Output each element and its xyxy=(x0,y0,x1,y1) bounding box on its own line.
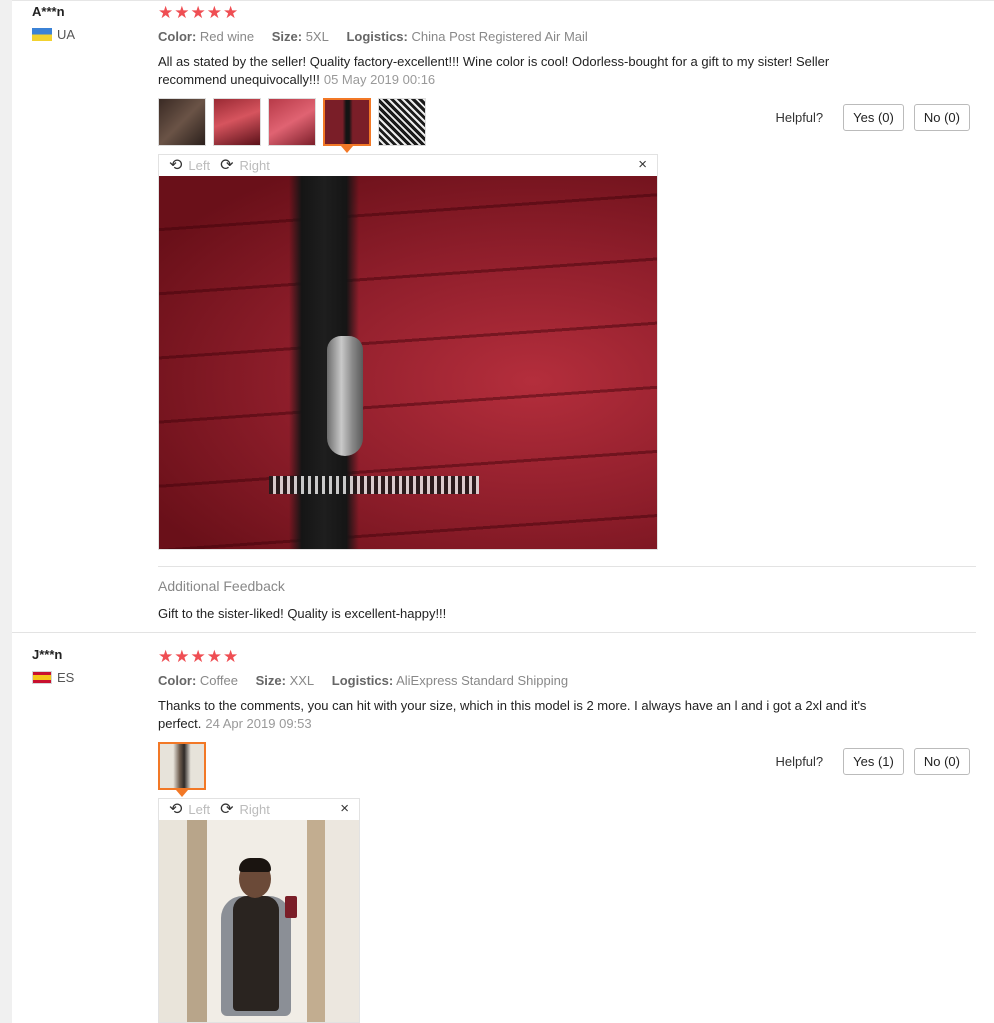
rotate-right-button[interactable]: ⟳ Right xyxy=(220,156,270,174)
close-icon[interactable]: × xyxy=(340,800,349,817)
rotate-left-label: Left xyxy=(188,158,211,173)
spain-flag-icon xyxy=(32,671,52,684)
reviewer-country: UA xyxy=(32,27,75,42)
review-photo-person xyxy=(159,820,359,1022)
helpful-label: Helpful? xyxy=(775,110,824,125)
color-value: Coffee xyxy=(199,673,238,688)
rotate-right-icon: ⟳ xyxy=(220,800,234,818)
ukraine-flag-icon xyxy=(32,28,52,41)
reviewer-info: A***n UA xyxy=(32,4,75,42)
viewer-toolbar: ⟲ Left ⟳ Right × xyxy=(159,155,657,176)
logistics-value: China Post Registered Air Mail xyxy=(411,29,588,44)
viewer-toolbar: ⟲ Left ⟳ Right × xyxy=(159,799,359,820)
color-value: Red wine xyxy=(199,29,255,44)
helpful-label: Helpful? xyxy=(775,754,824,769)
review-text: All as stated by the seller! Quality fac… xyxy=(158,54,830,87)
selected-caret-icon xyxy=(341,146,353,153)
zipper-pull xyxy=(327,336,363,456)
review-content: ★★★★★ Color: Red wine Size: 5XL Logistic… xyxy=(158,0,974,633)
rotate-left-label: Left xyxy=(188,802,211,817)
rotate-right-label: Right xyxy=(239,802,270,817)
close-icon[interactable]: × xyxy=(638,156,647,173)
logistics-label: Logistics: xyxy=(331,673,394,688)
photo-thumbnail[interactable] xyxy=(158,98,206,146)
helpful-no-button[interactable]: No (0) xyxy=(913,104,970,131)
rotate-right-button[interactable]: ⟳ Right xyxy=(220,800,270,818)
photo-viewer: ⟲ Left ⟳ Right × xyxy=(158,154,658,550)
photo-thumbnail-active[interactable] xyxy=(158,742,206,797)
helpful-yes-button[interactable]: Yes (0) xyxy=(843,104,904,131)
rotate-left-icon: ⟲ xyxy=(169,156,183,174)
photo-thumbnails xyxy=(158,742,213,797)
review-text-block: Thanks to the comments, you can hit with… xyxy=(158,697,868,733)
photo-viewer: ⟲ Left ⟳ Right × xyxy=(158,798,360,1023)
logistics-label: Logistics: xyxy=(346,29,408,44)
star-rating: ★★★★★ xyxy=(158,647,240,666)
helpful-yes-button[interactable]: Yes (1) xyxy=(843,748,904,775)
section-divider xyxy=(158,566,976,567)
photo-thumbnail[interactable] xyxy=(268,98,316,146)
review-photo-zipper xyxy=(159,176,657,549)
review-content: ★★★★★ Color: Coffee Size: XXL Logistics:… xyxy=(158,644,974,1023)
review-date: 24 Apr 2019 09:53 xyxy=(205,716,312,731)
additional-feedback-text: Gift to the sister-liked! Quality is exc… xyxy=(158,606,447,621)
order-attributes: Color: Coffee Size: XXL Logistics: AliEx… xyxy=(158,673,582,688)
size-label: Size: xyxy=(271,29,303,44)
selected-caret-icon xyxy=(176,790,188,797)
reviewer-name: A***n xyxy=(32,4,65,19)
additional-feedback-title: Additional Feedback xyxy=(158,578,285,594)
size-value: XXL xyxy=(289,673,315,688)
review-item: A***n UA ★★★★★ Color: Red wine Size: 5XL… xyxy=(12,0,994,633)
color-label: Color: xyxy=(158,29,197,44)
order-attributes: Color: Red wine Size: 5XL Logistics: Chi… xyxy=(158,29,602,44)
rotate-right-label: Right xyxy=(239,158,270,173)
reviewer-country: ES xyxy=(32,670,74,685)
rotate-left-button[interactable]: ⟲ Left xyxy=(169,800,211,818)
person-hair xyxy=(239,858,271,872)
helpful-vote: Helpful? Yes (0) No (0) xyxy=(775,104,970,131)
review-date: 05 May 2019 00:16 xyxy=(323,72,436,87)
rotate-left-icon: ⟲ xyxy=(169,800,183,818)
person-phone xyxy=(285,896,297,918)
size-label: Size: xyxy=(255,673,286,688)
country-code: UA xyxy=(57,27,76,42)
star-rating: ★★★★★ xyxy=(158,3,240,22)
photo-thumbnails xyxy=(158,98,433,153)
photo-thumbnail[interactable] xyxy=(378,98,426,146)
reviewer-name: J***n xyxy=(32,647,63,662)
rotate-left-button[interactable]: ⟲ Left xyxy=(169,156,211,174)
logistics-value: AliExpress Standard Shipping xyxy=(396,673,569,688)
person-vest xyxy=(233,896,279,1011)
photo-thumbnail[interactable] xyxy=(213,98,261,146)
helpful-vote: Helpful? Yes (1) No (0) xyxy=(775,748,970,775)
size-value: 5XL xyxy=(305,29,329,44)
review-item: J***n ES ★★★★★ Color: Coffee Size: XXL L… xyxy=(12,633,994,1023)
jacket-lining xyxy=(269,476,479,494)
review-text-block: All as stated by the seller! Quality fac… xyxy=(158,53,868,89)
rotate-right-icon: ⟳ xyxy=(220,156,234,174)
page-left-rail xyxy=(0,0,12,1023)
helpful-no-button[interactable]: No (0) xyxy=(913,748,970,775)
photo-thumbnail-active[interactable] xyxy=(323,98,371,153)
country-code: ES xyxy=(57,670,75,685)
color-label: Color: xyxy=(158,673,197,688)
reviewer-info: J***n ES xyxy=(32,647,74,685)
